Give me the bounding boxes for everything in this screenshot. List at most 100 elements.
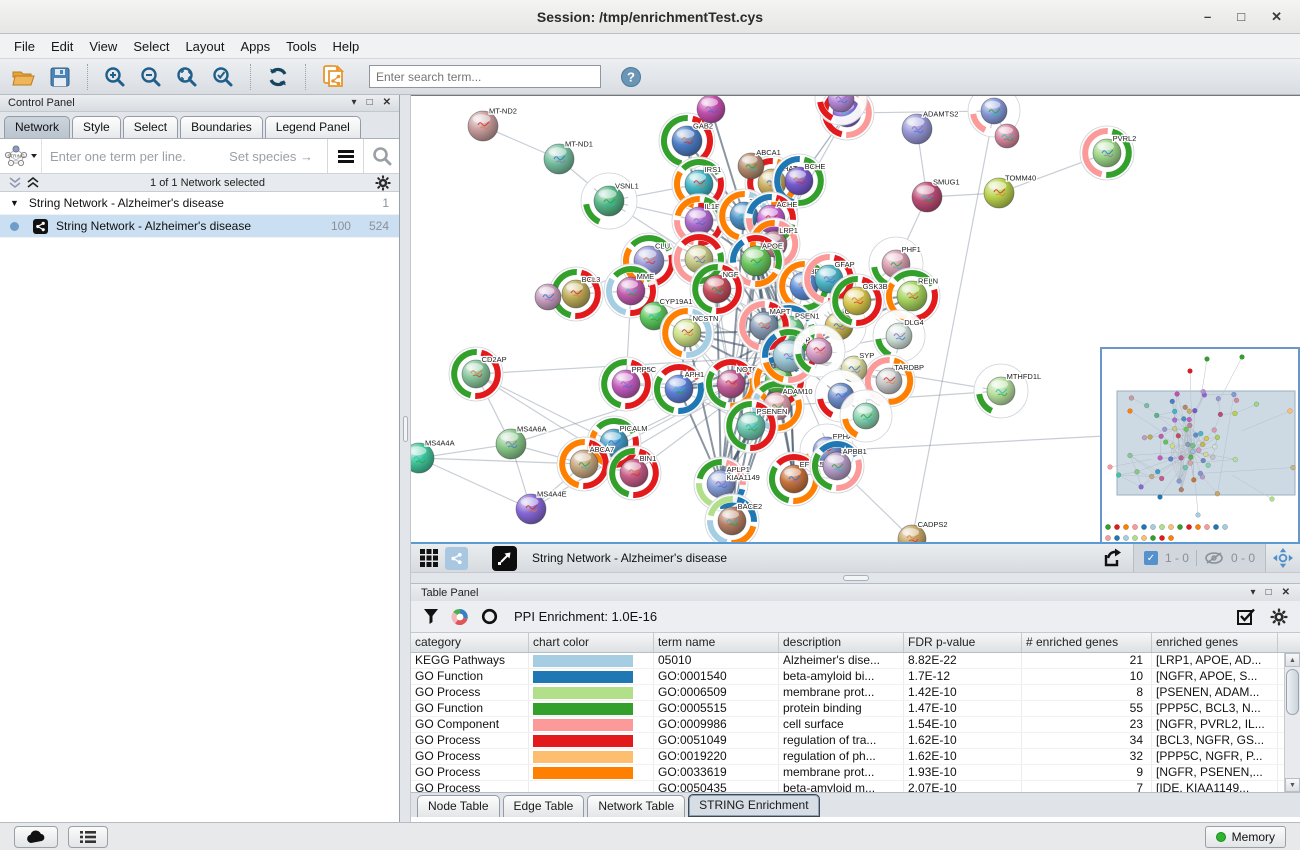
zoom-out-button[interactable] xyxy=(135,62,167,92)
string-view-button[interactable] xyxy=(445,547,468,570)
vertical-scrollbar[interactable]: ▲ ▼ xyxy=(1284,653,1300,792)
save-session-button[interactable] xyxy=(44,62,76,92)
search-input[interactable] xyxy=(369,65,601,88)
svg-text:ACHE: ACHE xyxy=(777,200,798,209)
table-row[interactable]: GO ProcessGO:0019220regulation of ph...1… xyxy=(411,749,1300,765)
table-cell: GO:0009986 xyxy=(654,717,779,732)
tab-select[interactable]: Select xyxy=(123,116,178,138)
pie-chart-icon[interactable] xyxy=(451,608,469,626)
grid-view-button[interactable] xyxy=(417,547,440,570)
scrollbar-thumb[interactable] xyxy=(1286,669,1299,715)
column-header-term-name[interactable]: term name xyxy=(654,633,779,652)
menu-file[interactable]: File xyxy=(6,37,43,56)
scroll-down-button[interactable]: ▼ xyxy=(1285,778,1300,792)
network-canvas[interactable]: MT-ND2 MT-ND1 VSNL1 GAB2 IRS1 CHAT ABCA1… xyxy=(411,95,1300,542)
tab-string-enrichment[interactable]: STRING Enrichment xyxy=(688,794,819,817)
table-row[interactable]: KEGG Pathways05010Alzheimer's dise...8.8… xyxy=(411,653,1300,669)
chart-color-swatch xyxy=(533,719,633,731)
svg-text:BACE2: BACE2 xyxy=(738,502,763,511)
column-header-FDR-p-value[interactable]: FDR p-value xyxy=(904,633,1022,652)
tree-expander-icon[interactable]: ▼ xyxy=(10,198,19,208)
collapse-all-icon[interactable] xyxy=(8,177,22,189)
string-term-input[interactable]: Enter one term per line. Set species → xyxy=(42,149,327,164)
gear-icon[interactable] xyxy=(1270,608,1288,626)
task-list-button[interactable] xyxy=(68,826,108,848)
splitter-grip[interactable] xyxy=(403,416,408,442)
gear-icon[interactable] xyxy=(375,175,391,191)
column-header-enriched-genes[interactable]: enriched genes xyxy=(1152,633,1278,652)
column-header-chart-color[interactable]: chart color xyxy=(529,633,654,652)
vertical-splitter[interactable] xyxy=(400,95,411,822)
tab-network[interactable]: Network xyxy=(4,116,70,138)
maximize-button[interactable]: □ xyxy=(1237,9,1245,25)
memory-button[interactable]: Memory xyxy=(1205,826,1286,848)
expand-all-icon[interactable] xyxy=(26,177,40,189)
minimize-button[interactable]: – xyxy=(1204,9,1211,25)
horizontal-splitter[interactable] xyxy=(411,572,1300,584)
tab-legend-panel[interactable]: Legend Panel xyxy=(265,116,361,138)
menu-apps[interactable]: Apps xyxy=(233,37,279,56)
string-network-icon xyxy=(33,219,48,234)
open-file-button[interactable] xyxy=(8,62,40,92)
string-options-button[interactable] xyxy=(327,139,363,173)
menu-select[interactable]: Select xyxy=(125,37,177,56)
control-panel-title: Control Panel xyxy=(8,97,75,109)
scroll-up-button[interactable]: ▲ xyxy=(1285,653,1300,667)
table-row[interactable]: GO ComponentGO:0009986cell surface1.54E-… xyxy=(411,717,1300,733)
tab-boundaries[interactable]: Boundaries xyxy=(180,116,263,138)
menu-view[interactable]: View xyxy=(81,37,125,56)
table-panel-close-icon[interactable]: ✕ xyxy=(1282,588,1290,598)
table-cell: 8 xyxy=(1022,685,1152,700)
zoom-in-button[interactable] xyxy=(99,62,131,92)
tab-style[interactable]: Style xyxy=(72,116,121,138)
table-cell: cell surface xyxy=(779,717,904,732)
export-network-button[interactable] xyxy=(1097,547,1127,570)
network-node-count: 100 xyxy=(331,219,351,233)
menu-edit[interactable]: Edit xyxy=(43,37,81,56)
string-search-button[interactable] xyxy=(363,139,399,173)
column-header--enriched-genes[interactable]: # enriched genes xyxy=(1022,633,1152,652)
network-collection-row[interactable]: ▼ String Network - Alzheimer's disease 1 xyxy=(0,192,399,215)
table-row[interactable]: GO FunctionGO:0005515protein binding1.47… xyxy=(411,701,1300,717)
table-row[interactable]: GO ProcessGO:0006509membrane prot...1.42… xyxy=(411,685,1300,701)
menu-help[interactable]: Help xyxy=(325,37,368,56)
control-panel-float-icon[interactable]: □ xyxy=(367,98,373,108)
table-panel-collapse-icon[interactable]: ▾ xyxy=(1251,588,1256,598)
filter-funnel-icon[interactable] xyxy=(423,608,439,625)
network-row-selected[interactable]: String Network - Alzheimer's disease 100… xyxy=(0,215,399,238)
selected-checkbox-icon[interactable]: ✓ xyxy=(1144,551,1158,565)
svg-text:GFAP: GFAP xyxy=(835,260,855,269)
control-panel-close-icon[interactable]: ✕ xyxy=(383,98,391,108)
table-panel-float-icon[interactable]: □ xyxy=(1266,588,1272,598)
svg-text:VSNL1: VSNL1 xyxy=(615,181,639,190)
tab-node-table[interactable]: Node Table xyxy=(417,795,500,817)
close-button[interactable]: ✕ xyxy=(1271,9,1282,25)
menu-layout[interactable]: Layout xyxy=(177,37,232,56)
table-row[interactable]: GO ProcessGO:0050435beta-amyloid m...2.0… xyxy=(411,781,1300,792)
tab-network-table[interactable]: Network Table xyxy=(587,795,685,817)
string-database-selector[interactable]: STRING xyxy=(0,139,42,173)
cloud-button[interactable] xyxy=(14,826,58,848)
refresh-button[interactable] xyxy=(262,62,294,92)
zoom-selected-button[interactable] xyxy=(207,62,239,92)
birds-eye-view[interactable] xyxy=(1100,347,1300,542)
table-row[interactable]: GO ProcessGO:0051049regulation of tra...… xyxy=(411,733,1300,749)
column-header-category[interactable]: category xyxy=(411,633,529,652)
table-cell: GO:0050435 xyxy=(654,781,779,792)
column-header-description[interactable]: description xyxy=(779,633,904,652)
help-icon: ? xyxy=(620,66,642,88)
table-row[interactable]: GO ProcessGO:0033619membrane prot...1.93… xyxy=(411,765,1300,781)
table-cell: beta-amyloid m... xyxy=(779,781,904,792)
table-row[interactable]: GO FunctionGO:0001540beta-amyloid bi...1… xyxy=(411,669,1300,685)
splitter-grip[interactable] xyxy=(843,575,869,581)
pan-compass-icon[interactable] xyxy=(1272,547,1294,569)
tab-edge-table[interactable]: Edge Table xyxy=(503,795,585,817)
zoom-fit-button[interactable] xyxy=(171,62,203,92)
menu-tools[interactable]: Tools xyxy=(278,37,324,56)
detach-view-button[interactable] xyxy=(492,546,517,571)
help-button[interactable]: ? xyxy=(615,62,647,92)
ring-icon[interactable] xyxy=(481,608,498,625)
network-from-clipboard-button[interactable] xyxy=(317,62,349,92)
control-panel-collapse-icon[interactable]: ▾ xyxy=(352,98,357,108)
select-all-checkbox-icon[interactable] xyxy=(1237,608,1256,626)
